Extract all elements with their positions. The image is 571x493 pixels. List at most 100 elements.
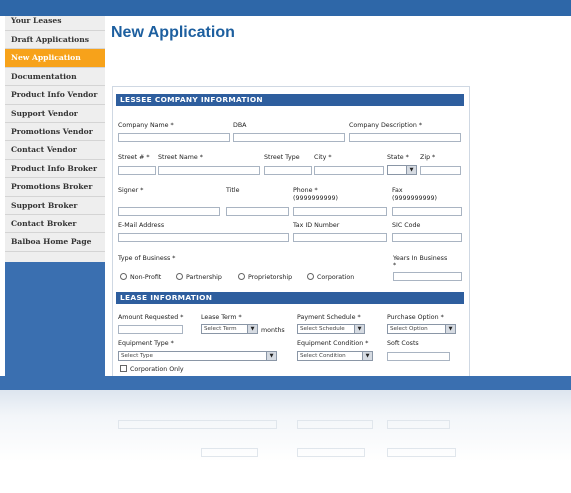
dba-label: DBA bbox=[233, 122, 247, 129]
radio-proprietorship-label: Proprietorship bbox=[248, 274, 293, 281]
zip-label: Zip * bbox=[420, 154, 436, 161]
reflection-shape bbox=[387, 420, 450, 429]
months-label: months bbox=[261, 327, 285, 334]
company-description-label: Company Description * bbox=[349, 122, 422, 129]
purchase-option-select[interactable]: Select Option ▼ bbox=[387, 324, 456, 334]
reflection-shape bbox=[297, 420, 373, 429]
equipment-type-label: Equipment Type * bbox=[118, 340, 174, 347]
purchase-option-select-value: Select Option bbox=[390, 326, 428, 332]
sidebar-item-product-info-broker[interactable]: Product Info Broker bbox=[5, 160, 105, 179]
phone-input[interactable] bbox=[293, 207, 387, 216]
fax-label: Fax bbox=[392, 187, 403, 194]
street-type-input[interactable] bbox=[264, 166, 312, 175]
payment-schedule-select[interactable]: Select Schedule ▼ bbox=[297, 324, 365, 334]
street-number-input[interactable] bbox=[118, 166, 156, 175]
sidebar: Your Leases Draft Applications New Appli… bbox=[5, 16, 105, 376]
company-description-input[interactable] bbox=[349, 133, 461, 142]
type-of-business-label: Type of Business * bbox=[118, 255, 176, 262]
sidebar-item-support-vendor[interactable]: Support Vendor bbox=[5, 105, 105, 123]
lease-term-select-value: Select Term bbox=[204, 326, 237, 332]
payment-schedule-label: Payment Schedule * bbox=[297, 314, 361, 321]
radio-non-profit[interactable] bbox=[120, 273, 127, 280]
sic-code-label: SIC Code bbox=[392, 222, 421, 229]
sidebar-item-promotions-vendor[interactable]: Promotions Vendor bbox=[5, 123, 105, 142]
years-in-business-label: Years In Business bbox=[393, 255, 448, 262]
soft-costs-label: Soft Costs bbox=[387, 340, 419, 347]
sic-code-input[interactable] bbox=[392, 233, 462, 242]
city-input[interactable] bbox=[314, 166, 384, 175]
lease-term-select[interactable]: Select Term ▼ bbox=[201, 324, 258, 334]
state-select[interactable]: ▼ bbox=[387, 165, 417, 175]
equipment-condition-select-value: Select Condition bbox=[300, 353, 346, 359]
sidebar-item-contact-vendor[interactable]: Contact Vendor bbox=[5, 141, 105, 160]
sidebar-item-product-info-vendor[interactable]: Product Info Vendor bbox=[5, 86, 105, 105]
page-title: New Application bbox=[111, 24, 235, 41]
sidebar-item-your-leases[interactable]: Your Leases bbox=[5, 16, 105, 31]
section-header-lease: LEASE INFORMATION bbox=[116, 292, 464, 304]
phone-format-hint: (9999999999) bbox=[293, 195, 338, 202]
city-label: City * bbox=[314, 154, 332, 161]
sidebar-item-contact-broker[interactable]: Contact Broker bbox=[5, 215, 105, 234]
radio-corporation-label: Corporation bbox=[317, 274, 355, 281]
sidebar-item-balboa-home-page[interactable]: Balboa Home Page bbox=[5, 233, 105, 252]
years-in-business-input[interactable] bbox=[393, 272, 462, 281]
sidebar-fill bbox=[5, 262, 105, 376]
amount-requested-input[interactable] bbox=[118, 325, 183, 334]
chevron-down-icon: ▼ bbox=[247, 325, 257, 333]
equipment-condition-label: Equipment Condition * bbox=[297, 340, 369, 347]
years-in-business-required: * bbox=[393, 262, 397, 269]
sidebar-item-new-application[interactable]: New Application bbox=[5, 49, 105, 68]
street-name-input[interactable] bbox=[158, 166, 260, 175]
tax-id-label: Tax ID Number bbox=[293, 222, 340, 229]
purchase-option-label: Purchase Option * bbox=[387, 314, 444, 321]
sidebar-item-promotions-broker[interactable]: Promotions Broker bbox=[5, 178, 105, 197]
chevron-down-icon: ▼ bbox=[266, 352, 276, 360]
payment-schedule-select-value: Select Schedule bbox=[300, 326, 345, 332]
reflection-shape bbox=[118, 420, 277, 429]
signer-input[interactable] bbox=[118, 207, 220, 216]
title-label: Title bbox=[226, 187, 240, 194]
dba-input[interactable] bbox=[233, 133, 345, 142]
corporation-only-checkbox[interactable] bbox=[120, 365, 127, 372]
zip-input[interactable] bbox=[420, 166, 461, 175]
company-name-input[interactable] bbox=[118, 133, 230, 142]
radio-corporation[interactable] bbox=[307, 273, 314, 280]
reflection-shape bbox=[387, 448, 456, 457]
reflection-shape bbox=[201, 448, 258, 457]
state-label: State * bbox=[387, 154, 409, 161]
chevron-down-icon: ▼ bbox=[362, 352, 372, 360]
sidebar-item-support-broker[interactable]: Support Broker bbox=[5, 197, 105, 215]
bottom-bar bbox=[0, 376, 571, 390]
corporation-only-label: Corporation Only bbox=[130, 366, 184, 373]
chevron-down-icon: ▼ bbox=[406, 166, 416, 174]
street-type-label: Street Type bbox=[264, 154, 300, 161]
equipment-type-select-value: Select Type bbox=[121, 353, 153, 359]
amount-requested-label: Amount Requested * bbox=[118, 314, 184, 321]
email-input[interactable] bbox=[118, 233, 289, 242]
street-name-label: Street Name * bbox=[158, 154, 203, 161]
street-number-label: Street # * bbox=[118, 154, 150, 161]
sidebar-item-draft-applications[interactable]: Draft Applications bbox=[5, 31, 105, 50]
tax-id-input[interactable] bbox=[293, 233, 387, 242]
radio-partnership[interactable] bbox=[176, 273, 183, 280]
top-bar bbox=[0, 0, 571, 16]
company-name-label: Company Name * bbox=[118, 122, 174, 129]
radio-proprietorship[interactable] bbox=[238, 273, 245, 280]
chevron-down-icon: ▼ bbox=[445, 325, 455, 333]
equipment-type-select[interactable]: Select Type ▼ bbox=[118, 351, 277, 361]
section-header-lessee: LESSEE COMPANY INFORMATION bbox=[116, 94, 464, 106]
reflection-shape bbox=[297, 448, 365, 457]
reflection bbox=[0, 390, 571, 493]
fax-format-hint: (9999999999) bbox=[392, 195, 437, 202]
radio-partnership-label: Partnership bbox=[186, 274, 222, 281]
equipment-condition-select[interactable]: Select Condition ▼ bbox=[297, 351, 373, 361]
radio-non-profit-label: Non-Profit bbox=[130, 274, 162, 281]
sidebar-item-documentation[interactable]: Documentation bbox=[5, 68, 105, 87]
title-input[interactable] bbox=[226, 207, 289, 216]
email-label: E-Mail Address bbox=[118, 222, 165, 229]
phone-label: Phone * bbox=[293, 187, 318, 194]
lease-term-label: Lease Term * bbox=[201, 314, 242, 321]
soft-costs-input[interactable] bbox=[387, 352, 450, 361]
fax-input[interactable] bbox=[392, 207, 462, 216]
signer-label: Signer * bbox=[118, 187, 144, 194]
